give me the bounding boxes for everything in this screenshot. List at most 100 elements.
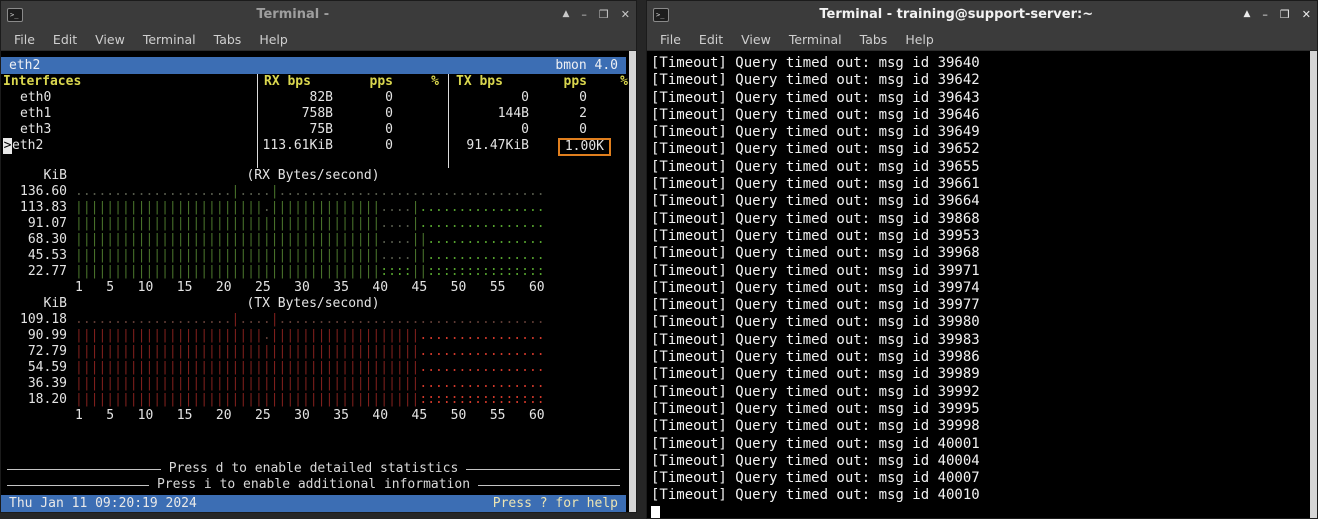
help-line-detailed-text: Press d to enable detailed statistics [161,461,467,477]
log-line: [Timeout] Query timed out: msg id 40004 [651,453,1307,470]
table-header: Interfaces RX bps pps % TX bps pps % [1,74,626,90]
desktop: >_ Terminal - ▲ – ❒ ✕ File Edit View Ter… [0,0,1318,519]
graph-rx: KiB(RX Bytes/second)136.60..............… [1,168,626,296]
log-line: [Timeout] Query timed out: msg id 39977 [651,297,1307,314]
close-button[interactable]: ✕ [621,9,630,20]
left-window-title: Terminal - [23,7,562,22]
menu-edit[interactable]: Edit [44,30,86,49]
maximize-button[interactable]: ❒ [1280,9,1290,20]
graph-data-line: |||||||||||||||||||||||||||||||||||||||.… [75,216,545,232]
graph-y-tick: 18.20 [1,392,67,408]
menu-tabs[interactable]: Tabs [205,30,251,49]
maximize-button[interactable]: ❒ [599,9,609,20]
left-window-controls: ▲ – ❒ ✕ [562,9,630,20]
log-line: [Timeout] Query timed out: msg id 40010 [651,487,1307,504]
interface-table: Interfaces RX bps pps % TX bps pps % eth… [1,74,626,168]
shade-button[interactable]: ▲ [562,10,569,19]
graph-y-tick: 68.30 [1,232,67,248]
tx-pps-highlight-box: 1.00K [558,138,611,156]
bmon-output: eth2 bmon 4.0 Interfaces RX bps pps % TX… [1,51,636,512]
menu-edit[interactable]: Edit [690,30,732,49]
log-line: [Timeout] Query timed out: msg id 39643 [651,90,1307,107]
left-terminal-window: >_ Terminal - ▲ – ❒ ✕ File Edit View Ter… [0,0,637,513]
left-titlebar[interactable]: >_ Terminal - ▲ – ❒ ✕ [1,1,636,28]
menu-view[interactable]: View [86,30,134,49]
log-lines: [Timeout] Query timed out: msg id 39640[… [651,55,1307,505]
log-line: [Timeout] Query timed out: msg id 39992 [651,384,1307,401]
bmon-topbar: eth2 bmon 4.0 [1,57,626,74]
menu-file[interactable]: File [5,30,44,49]
header-tx-pct: % [587,74,632,90]
graph-y-tick: 109.18 [1,312,67,328]
log-line: [Timeout] Query timed out: msg id 39642 [651,72,1307,89]
iface-row-eth0: eth082B000 [1,90,626,106]
terminal-app-icon: >_ [7,8,23,22]
right-terminal-window: >_ Terminal - training@support-server:~ … [646,0,1318,519]
right-scrollbar[interactable] [1310,51,1317,518]
left-scrollbar[interactable] [629,51,636,512]
graph-data-line: ||||||||||||||||||||||||||||||||||||||||… [75,392,545,408]
log-line: [Timeout] Query timed out: msg id 39968 [651,245,1307,262]
right-window-controls: ▲ – ❒ ✕ [1243,9,1311,20]
graph-y-tick: 36.39 [1,376,67,392]
graph-y-tick: 22.77 [1,264,67,280]
bmon-version: bmon 4.0 [555,57,618,74]
graph-unit: KiB [1,168,67,184]
menu-terminal[interactable]: Terminal [134,30,205,49]
log-line: [Timeout] Query timed out: msg id 39664 [651,193,1307,210]
iface-row-eth1: eth1758B0144B2 [1,106,626,122]
graph-y-tick: 91.07 [1,216,67,232]
log-line: [Timeout] Query timed out: msg id 39971 [651,263,1307,280]
graph-title: (TX Bytes/second) [75,296,551,312]
terminal-app-icon: >_ [653,8,669,22]
log-line: [Timeout] Query timed out: msg id 39652 [651,141,1307,158]
log-line: [Timeout] Query timed out: msg id 40001 [651,436,1307,453]
graph-data-line: |||||||||||||||||||||||||||||||||||||||.… [75,232,545,248]
header-interfaces: Interfaces [1,74,257,90]
right-menubar: File Edit View Terminal Tabs Help [647,28,1317,51]
header-tx-pps: pps [529,74,587,90]
log-line: [Timeout] Query timed out: msg id 40007 [651,470,1307,487]
left-menubar: File Edit View Terminal Tabs Help [1,28,636,51]
graph-data-line: ||||||||||||||||||||||||||||||||||||||||… [75,344,545,360]
log-line: [Timeout] Query timed out: msg id 39655 [651,159,1307,176]
log-output: [Timeout] Query timed out: msg id 39640[… [647,51,1317,518]
graph-data-line: ||||||||||||||||||||||||.|||||||||||||||… [75,328,545,344]
terminal-cursor [651,506,660,518]
table-divider-1 [257,74,258,168]
right-window-title: Terminal - training@support-server:~ [669,7,1243,22]
log-line: [Timeout] Query timed out: msg id 39974 [651,280,1307,297]
log-line: [Timeout] Query timed out: msg id 39983 [651,332,1307,349]
log-line: [Timeout] Query timed out: msg id 39646 [651,107,1307,124]
graph-unit: KiB [1,296,67,312]
table-divider-2 [448,74,449,168]
menu-tabs[interactable]: Tabs [851,30,897,49]
close-button[interactable]: ✕ [1302,9,1311,20]
bandwidth-graphs: KiB(RX Bytes/second)136.60..............… [1,168,626,424]
graph-data-line: |||||||||||||||||||||||||||||||||||||||.… [75,248,545,264]
log-line: [Timeout] Query timed out: msg id 39640 [651,55,1307,72]
menu-terminal[interactable]: Terminal [780,30,851,49]
menu-view[interactable]: View [732,30,780,49]
right-titlebar[interactable]: >_ Terminal - training@support-server:~ … [647,1,1317,28]
shade-button[interactable]: ▲ [1243,10,1250,19]
iface-row-eth2: >eth2113.61KiB091.47KiB1.00K [1,138,626,154]
header-rx-bps: RX bps [257,74,333,90]
menu-help[interactable]: Help [250,30,297,49]
log-line: [Timeout] Query timed out: msg id 39986 [651,349,1307,366]
minimize-button[interactable]: – [1262,9,1268,20]
help-line-detailed: Press d to enable detailed statistics [7,461,620,477]
log-line: [Timeout] Query timed out: msg id 39953 [651,228,1307,245]
help-line-additional-text: Press i to enable additional information [149,477,478,493]
menu-help[interactable]: Help [896,30,943,49]
log-line: [Timeout] Query timed out: msg id 39868 [651,211,1307,228]
graph-y-tick: 113.83 [1,200,67,216]
graph-data-line: ||||||||||||||||||||||||||||||||||||||||… [75,360,545,376]
graph-y-tick: 72.79 [1,344,67,360]
graph-data-line: ....................|....|..............… [75,184,545,200]
menu-file[interactable]: File [651,30,690,49]
log-line: [Timeout] Query timed out: msg id 39989 [651,366,1307,383]
minimize-button[interactable]: – [581,9,587,20]
graph-tx: KiB(TX Bytes/second)109.18..............… [1,296,626,424]
graph-y-tick: 54.59 [1,360,67,376]
